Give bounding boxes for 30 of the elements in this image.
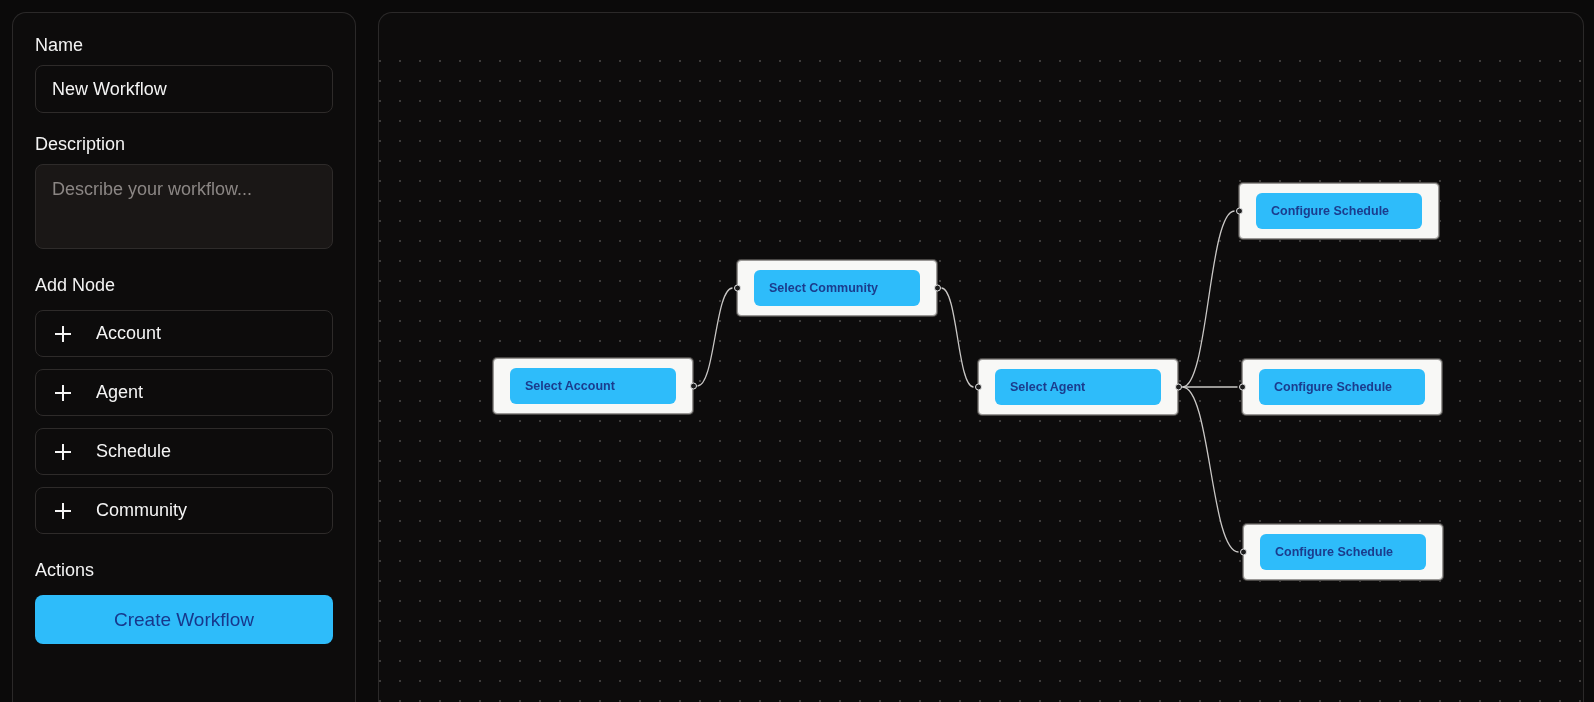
add-node-button[interactable]: Community [35, 487, 333, 534]
node-select-button[interactable]: Configure Schedule [1256, 193, 1422, 229]
node-select-button[interactable]: Select Account [510, 368, 676, 404]
connection-handle[interactable] [933, 284, 941, 292]
connection-handle[interactable] [1174, 383, 1182, 391]
name-input[interactable]: New Workflow [35, 65, 333, 113]
plus-icon [55, 384, 71, 401]
plus-icon [55, 443, 71, 460]
add-node-button[interactable]: Schedule [35, 428, 333, 475]
field-label: Description [35, 133, 126, 155]
connection-handle[interactable] [1238, 383, 1246, 391]
connection-handle[interactable] [1239, 548, 1247, 556]
add-node-button[interactable]: Agent [35, 369, 333, 416]
plus-icon [55, 325, 71, 342]
node-select-button[interactable]: Select Agent [995, 369, 1161, 405]
description-field[interactable]: Describe your workflow... [35, 164, 333, 249]
plus-icon [55, 502, 71, 519]
create-workflow-button[interactable]: Create Workflow [35, 595, 333, 644]
canvas-panel[interactable]: Select Account Select Community Select Agent Configure Schedule Configure Schedule Configure Schedule [378, 12, 1584, 702]
node-select-button[interactable]: Select Community [754, 270, 920, 306]
connection-handle[interactable] [1235, 207, 1243, 215]
connection-handle[interactable] [733, 284, 741, 292]
connection-handle[interactable] [689, 382, 697, 390]
field-label: Name [35, 34, 83, 56]
node-select-button[interactable]: Configure Schedule [1260, 534, 1426, 570]
node-select-button[interactable]: Configure Schedule [1259, 369, 1425, 405]
section-heading: Add Node [35, 274, 116, 296]
add-node-button[interactable]: Account [35, 310, 333, 357]
connection-handle[interactable] [974, 383, 982, 391]
section-heading: Actions [35, 559, 95, 581]
